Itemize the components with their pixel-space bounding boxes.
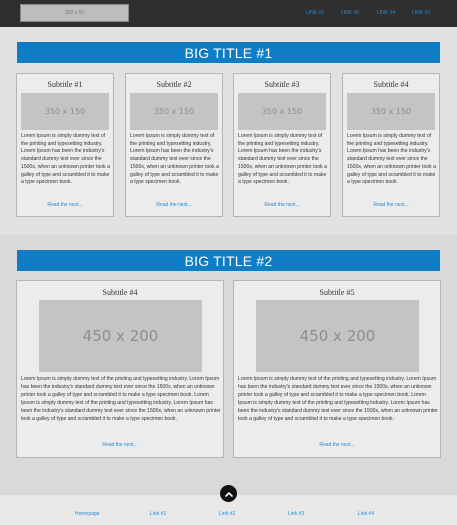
section-1-title: BIG TITLE #1 <box>17 42 440 63</box>
nav-link-1[interactable]: LINK #1 <box>306 10 324 16</box>
card-subtitle: Subtitle #3 <box>264 80 300 89</box>
card-text: Lorem Ipsum is simply dummy text of the … <box>21 376 221 423</box>
read-more-link[interactable]: Read the next... <box>126 202 222 208</box>
logo-placeholder[interactable]: 300 x 50 <box>20 4 129 22</box>
card-text: Lorem Ipsum is simply dummy text of the … <box>238 133 327 186</box>
image-placeholder: 350 x 150 <box>238 93 326 130</box>
read-more-link[interactable]: Read the next... <box>234 442 440 448</box>
card-text: Lorem Ipsum is simply dummy text of the … <box>130 133 219 186</box>
image-placeholder: 350 x 150 <box>347 93 435 130</box>
top-navbar: 300 x 50 LINK #1 LINK #5 LINK #4 LINK #3 <box>0 0 457 27</box>
image-placeholder: 350 x 150 <box>130 93 218 130</box>
image-placeholder: 450 x 200 <box>39 300 202 372</box>
read-more-link[interactable]: Read the next... <box>17 442 223 448</box>
card-subtitle-1: Subtitle #1 350 x 150 Lorem Ipsum is sim… <box>16 73 114 217</box>
card-subtitle: Subtitle #1 <box>47 80 83 89</box>
footer-link-4[interactable]: Link #4 <box>358 511 374 517</box>
card-subtitle-3: Subtitle #3 350 x 150 Lorem Ipsum is sim… <box>233 73 331 217</box>
card-text: Lorem Ipsum is simply dummy text of the … <box>21 133 110 186</box>
card-subtitle-4-large: Subtitle #4 450 x 200 Lorem Ipsum is sim… <box>16 280 224 458</box>
card-subtitle: Subtitle #4 <box>102 288 138 297</box>
card-subtitle: Subtitle #4 <box>373 80 409 89</box>
footer-link-1[interactable]: Link #1 <box>150 511 166 517</box>
card-subtitle-4: Subtitle #4 350 x 150 Lorem Ipsum is sim… <box>342 73 440 217</box>
footer-link-3[interactable]: Link #3 <box>288 511 304 517</box>
card-subtitle-5-large: Subtitle #5 450 x 200 Lorem Ipsum is sim… <box>233 280 441 458</box>
scroll-to-top-button[interactable] <box>220 485 237 502</box>
footer-link-2[interactable]: Link #2 <box>219 511 235 517</box>
read-more-link[interactable]: Read the next... <box>343 202 439 208</box>
section-2-title: BIG TITLE #2 <box>17 250 440 271</box>
card-text: Lorem Ipsum is simply dummy text of the … <box>238 376 438 423</box>
card-subtitle-2: Subtitle #2 350 x 150 Lorem Ipsum is sim… <box>125 73 223 217</box>
image-placeholder: 450 x 200 <box>256 300 419 372</box>
nav-link-4[interactable]: LINK #4 <box>377 10 395 16</box>
nav-link-5[interactable]: LINK #5 <box>341 10 359 16</box>
nav-link-3[interactable]: LINK #3 <box>412 10 430 16</box>
footer-link-homepage[interactable]: Homepage <box>75 511 99 517</box>
read-more-link[interactable]: Read the next... <box>234 202 330 208</box>
card-subtitle: Subtitle #2 <box>156 80 192 89</box>
read-more-link[interactable]: Read the next... <box>17 202 113 208</box>
image-placeholder: 350 x 150 <box>21 93 109 130</box>
card-subtitle: Subtitle #5 <box>319 288 355 297</box>
chevron-up-icon <box>224 491 233 497</box>
card-text: Lorem Ipsum is simply dummy text of the … <box>347 133 436 186</box>
